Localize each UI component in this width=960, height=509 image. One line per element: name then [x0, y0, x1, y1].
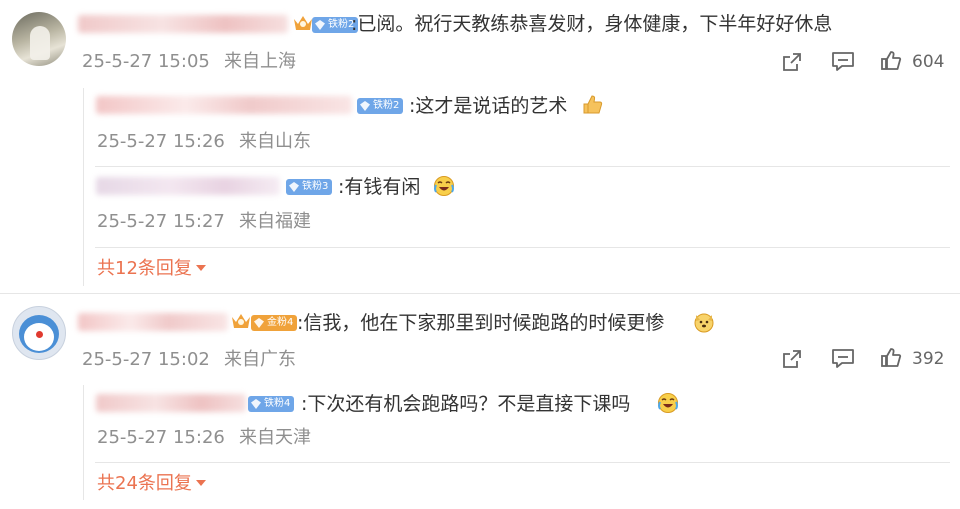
reply-time: 25-5-27 15:26 [97, 427, 225, 448]
reply-time: 25-5-27 15:26 [97, 131, 225, 152]
more-replies-link[interactable]: 共12条回复 [97, 258, 206, 280]
fan-badge: 金粉4 [251, 315, 298, 331]
share-icon[interactable] [780, 50, 804, 74]
like-icon[interactable] [879, 346, 903, 370]
reply-text: :下次还有机会跑路吗？不是直接下课吗 [301, 393, 631, 415]
comment-location: 来自广东 [224, 349, 296, 370]
comment-location: 来自上海 [224, 51, 296, 72]
comment-icon[interactable] [830, 347, 856, 371]
divider [95, 247, 950, 248]
crying-laughing-icon [657, 392, 679, 418]
reply-location: 来自山东 [239, 131, 311, 152]
reply-thread-line [83, 385, 84, 500]
comment-text: :已阅。祝行天教练恭喜发财，身体健康，下半年好好休息 [351, 13, 833, 35]
divider [95, 462, 950, 463]
fan-badge: 铁粉4 [248, 396, 295, 412]
like-count: 392 [912, 349, 945, 369]
crying-laughing-icon [433, 175, 455, 201]
reply-location: 来自天津 [239, 427, 311, 448]
chevron-down-icon [195, 480, 206, 486]
username-blurred[interactable] [78, 15, 288, 33]
dog-face-icon [693, 311, 715, 337]
reply-text: :这才是说话的艺术 [409, 95, 568, 117]
reply-username-blurred[interactable] [96, 394, 246, 412]
crown-icon [231, 312, 251, 330]
chevron-down-icon [195, 265, 206, 271]
avatar[interactable] [12, 306, 66, 360]
username-blurred[interactable] [78, 313, 228, 331]
more-replies-link[interactable]: 共24条回复 [97, 473, 206, 495]
like-count: 604 [912, 52, 945, 72]
crown-icon [293, 14, 313, 32]
fan-badge: 铁粉2 [357, 98, 404, 114]
reply-username-blurred[interactable] [96, 177, 280, 195]
comment-text: :信我，他在下家那里到时候跑路的时候更惨 [297, 312, 665, 334]
thumbs-up-icon [582, 94, 604, 120]
reply-text: :有钱有闲 [338, 176, 421, 198]
reply-location: 来自福建 [239, 211, 311, 232]
section-divider [0, 293, 960, 294]
avatar[interactable] [12, 12, 66, 66]
share-icon[interactable] [780, 347, 804, 371]
divider [95, 166, 950, 167]
comment-time: 25-5-27 15:05 [82, 51, 210, 72]
fan-badge: 铁粉3 [286, 179, 333, 195]
reply-thread-line [83, 88, 84, 286]
comment-icon[interactable] [830, 50, 856, 74]
comment-time: 25-5-27 15:02 [82, 349, 210, 370]
reply-time: 25-5-27 15:27 [97, 211, 225, 232]
like-icon[interactable] [879, 49, 903, 73]
reply-username-blurred[interactable] [96, 96, 352, 114]
